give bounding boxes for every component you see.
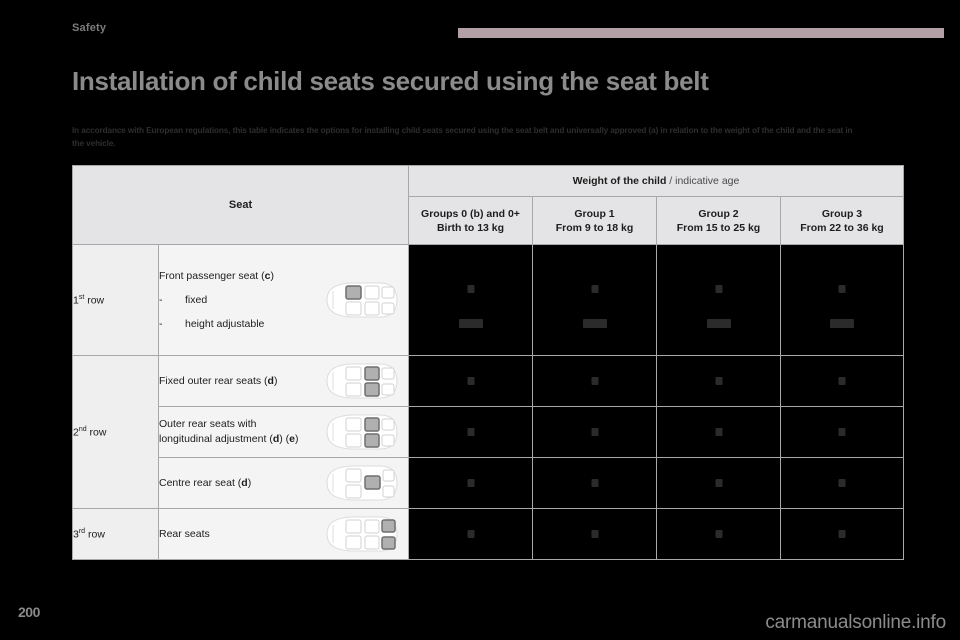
group-header-1: Group 1 From 9 to 18 kg <box>532 196 657 245</box>
data-cell <box>408 406 533 458</box>
table-row: 3rd row Rear seats <box>72 508 904 560</box>
row-group-label-2nd-sup: nd <box>78 425 87 433</box>
row-group-label-3rd-suffix: row <box>85 528 105 541</box>
dash-marker: - <box>159 293 163 306</box>
redacted-mark-icon <box>591 428 598 436</box>
redacted-mark-icon <box>467 377 474 385</box>
intro-paragraph: In accordance with European regulations,… <box>72 126 853 148</box>
group-header-3-line1: Group 3 <box>821 207 863 220</box>
group-header-3: Group 3 From 22 to 36 kg <box>780 196 904 245</box>
group-header-2: Group 2 From 15 to 25 kg <box>656 196 781 245</box>
redacted-mark-icon <box>591 285 598 293</box>
redacted-mark-icon <box>582 319 607 328</box>
data-cell <box>532 355 657 407</box>
redacted-mark-icon <box>838 285 846 293</box>
page-number: 200 <box>18 604 40 620</box>
group-header-0-line1: Groups 0 (b) and 0+ <box>421 207 520 220</box>
table-row: 2nd row Fixed outer rear seats (d) <box>72 355 904 509</box>
seat-option-fixed-label: fixed <box>185 293 208 306</box>
dash-marker: - <box>159 317 163 330</box>
seat-description-outer-rear-longitudinal: Outer rear seats with longitudinal adjus… <box>158 406 409 458</box>
row-group-label-2nd: 2nd row <box>72 355 159 509</box>
data-cell <box>532 457 657 509</box>
table-row: 1st row Front passenger seat (c) - fixed … <box>72 244 904 356</box>
redacted-mark-icon <box>467 530 474 538</box>
table-row: Centre rear seat (d) <box>73 457 904 509</box>
data-cell <box>408 355 533 407</box>
redacted-mark-icon <box>467 428 474 436</box>
redacted-mark-icon <box>467 479 474 487</box>
table-header-row-1: Seat Weight of the child / indicative ag… <box>72 164 904 245</box>
car-diagram-outer-rear-icon <box>320 361 400 401</box>
watermark: carmanualsonline.info <box>765 612 946 633</box>
data-cell <box>780 244 904 356</box>
redacted-mark-icon <box>838 377 846 385</box>
redacted-mark-icon <box>715 530 722 538</box>
page-header: Safety <box>0 0 960 46</box>
group-header-3-line2: From 22 to 36 kg <box>800 221 884 234</box>
group-header-0: Groups 0 (b) and 0+ Birth to 13 kg <box>408 196 533 245</box>
redacted-mark-icon <box>830 319 854 328</box>
car-diagram-front-passenger-icon <box>320 280 400 320</box>
header-rule <box>458 28 944 38</box>
car-diagram-centre-rear-icon <box>320 463 400 503</box>
section-label: Safety <box>72 22 107 34</box>
seat-description-fixed-outer-rear: Fixed outer rear seats (d) <box>158 355 409 407</box>
redacted-mark-icon <box>838 530 846 538</box>
data-cell <box>780 355 904 407</box>
car-diagram-outer-rear-icon <box>320 412 400 452</box>
redacted-mark-icon <box>715 377 722 385</box>
seat-description-front-passenger: Front passenger seat (c) - fixed - height … <box>158 244 409 356</box>
group-header-1-line2: From 9 to 18 kg <box>555 221 634 234</box>
data-cell <box>656 457 781 509</box>
redacted-mark-icon <box>838 479 846 487</box>
data-cell <box>656 244 781 356</box>
page-title: Installation of child seats secured usin… <box>72 66 709 96</box>
redacted-mark-icon <box>715 479 722 487</box>
data-cell <box>408 244 533 356</box>
car-diagram-third-row-icon <box>320 514 400 554</box>
data-cell <box>408 508 533 560</box>
redacted-mark-icon <box>458 319 483 328</box>
data-cell <box>408 457 533 509</box>
data-cell <box>532 244 657 356</box>
redacted-mark-icon <box>591 479 598 487</box>
redacted-mark-icon <box>591 530 598 538</box>
group-header-0-line2: Birth to 13 kg <box>436 221 505 234</box>
seat-option-height-adjustable-label: height adjustable <box>185 317 265 330</box>
data-cell <box>780 457 904 509</box>
data-cell <box>656 355 781 407</box>
row-group-label-1st-suffix: row <box>84 294 105 307</box>
seat-header: Seat <box>72 165 409 245</box>
redacted-mark-icon <box>591 377 598 385</box>
redacted-mark-icon <box>715 428 722 436</box>
data-cell <box>532 508 657 560</box>
group-header-2-line2: From 15 to 25 kg <box>676 221 761 234</box>
data-cell <box>780 508 904 560</box>
seat-description-rear-seats: Rear seats <box>158 508 409 560</box>
weight-header-rest: / indicative age <box>666 175 740 188</box>
weight-header: Weight of the child / indicative age <box>408 164 904 198</box>
data-cell <box>780 406 904 458</box>
redacted-mark-icon <box>838 428 846 436</box>
row-group-label-3rd: 3rd row <box>72 508 159 560</box>
redacted-mark-icon <box>706 319 731 328</box>
group-header-1-line1: Group 1 <box>574 207 615 220</box>
data-cell <box>656 508 781 560</box>
data-cell <box>656 406 781 458</box>
seat-description-centre-rear: Centre rear seat (d) <box>158 457 409 509</box>
weight-header-bold: Weight of the child <box>572 175 667 188</box>
child-seat-table: Seat Weight of the child / indicative ag… <box>72 164 904 560</box>
table-row: Outer rear seats with longitudinal adjus… <box>73 406 904 458</box>
redacted-mark-icon <box>467 285 474 293</box>
group-header-2-line1: Group 2 <box>698 207 739 220</box>
row-group-label-2nd-suffix: row <box>86 426 107 439</box>
row-group-label-1st: 1st row <box>72 244 159 356</box>
data-cell <box>532 406 657 458</box>
redacted-mark-icon <box>715 285 722 293</box>
